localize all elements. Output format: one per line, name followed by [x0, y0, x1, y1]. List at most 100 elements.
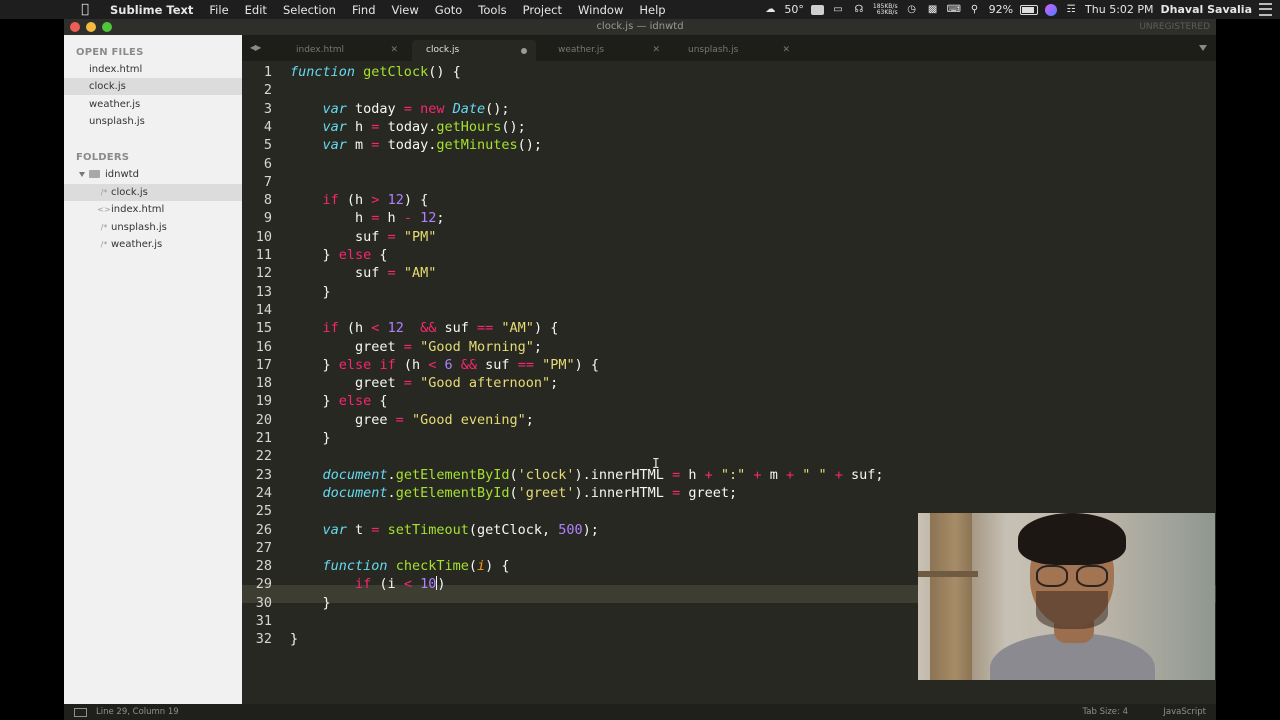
close-window-button[interactable]: [70, 22, 80, 32]
folder-file-item-active[interactable]: /* clock.js: [64, 184, 242, 201]
tab-close-icon[interactable]: ✕: [652, 40, 660, 61]
folders-header: FOLDERS: [76, 152, 130, 163]
line-number: 19: [255, 393, 272, 410]
unregistered-label: UNREGISTERED: [1139, 22, 1210, 32]
line-number: 23: [255, 466, 272, 483]
open-file-item[interactable]: weather.js: [64, 96, 242, 113]
line-number: 16: [255, 338, 272, 355]
macos-menu-bar:  Sublime Text File Edit Selection Find …: [0, 0, 1280, 19]
folder-item[interactable]: idnwtd: [64, 166, 242, 183]
open-file-item[interactable]: index.html: [64, 61, 242, 78]
wifi-icon[interactable]: ☶: [1064, 4, 1078, 16]
line-number: 32: [255, 631, 272, 648]
menu-edit[interactable]: Edit: [237, 3, 275, 17]
menu-window[interactable]: Window: [570, 3, 631, 17]
open-file-label: clock.js: [89, 81, 126, 92]
code-line-current: if (i < 10): [355, 576, 446, 593]
line-number: 31: [255, 613, 272, 629]
folder-icon: [89, 170, 100, 178]
syntax-selector[interactable]: JavaScript: [1163, 704, 1206, 720]
folder-file-item[interactable]: /* unsplash.js: [64, 219, 242, 236]
window-titlebar[interactable]: clock.js — idnwtd UNREGISTERED: [64, 19, 1216, 35]
clock-icon[interactable]: ◷: [905, 4, 919, 16]
webcam-background-shelf: [918, 571, 978, 577]
menu-find[interactable]: Find: [344, 3, 384, 17]
menu-extra-icon[interactable]: [810, 4, 824, 15]
tab-close-icon[interactable]: ✕: [782, 40, 790, 61]
menu-bar-clock[interactable]: Thu 5:02 PM: [1085, 3, 1153, 16]
tab-index-html[interactable]: index.html ✕: [282, 40, 406, 61]
line-number: 20: [255, 411, 272, 428]
zoom-window-button[interactable]: [102, 22, 112, 32]
open-file-item-active[interactable]: clock.js: [64, 78, 242, 95]
line-number: 21: [255, 430, 272, 446]
weather-temperature[interactable]: 50°: [784, 3, 804, 16]
line-number: 6: [263, 155, 272, 172]
line-number: 14: [255, 301, 272, 318]
line-number: 3: [263, 100, 272, 117]
menu-goto[interactable]: Goto: [427, 3, 471, 17]
line-number: 12: [255, 265, 272, 282]
html-file-icon: <>: [97, 205, 111, 214]
headphones-icon[interactable]: ☊: [852, 4, 866, 16]
tab-size-selector[interactable]: Tab Size: 4: [1082, 704, 1128, 720]
line-number: 9: [263, 210, 272, 227]
menu-help[interactable]: Help: [631, 3, 673, 17]
code-line: h = h - 12;: [290, 210, 445, 227]
menu-selection[interactable]: Selection: [275, 3, 344, 17]
spotlight-search-icon[interactable]: ⚲: [968, 4, 982, 16]
line-number: 30: [255, 594, 272, 611]
line-number: 11: [255, 247, 272, 263]
keyboard-icon[interactable]: ⌨: [947, 4, 961, 16]
folder-file-item[interactable]: /* weather.js: [64, 236, 242, 253]
toggle-panel-icon[interactable]: [74, 708, 87, 717]
line-number: 2: [263, 82, 272, 99]
siri-icon[interactable]: [1045, 3, 1058, 16]
tab-close-icon[interactable]: ✕: [390, 40, 398, 61]
open-file-label: weather.js: [89, 99, 141, 110]
menu-app-name[interactable]: Sublime Text: [102, 3, 201, 17]
folder-file-label: clock.js: [111, 187, 148, 198]
notification-center-icon[interactable]: [1259, 3, 1272, 16]
minimize-window-button[interactable]: [86, 22, 96, 32]
tab-clock-js[interactable]: clock.js: [412, 40, 536, 61]
tab-list-dropdown-icon[interactable]: [1199, 45, 1207, 51]
window-title: clock.js — idnwtd: [596, 21, 684, 32]
folder-file-item[interactable]: <>index.html: [64, 201, 242, 218]
cloud-status-icon[interactable]: ☁: [763, 4, 777, 16]
menu-project[interactable]: Project: [515, 3, 570, 17]
network-speed[interactable]: 185KB/s 63KB/s: [873, 3, 898, 16]
webcam-overlay: [918, 513, 1215, 680]
code-line: greet = "Good afternoon";: [290, 375, 559, 392]
line-number: 29: [255, 576, 272, 593]
battery-icon[interactable]: [1020, 4, 1039, 15]
webcam-person-beard: [1036, 591, 1108, 629]
code-line: if (h > 12) {: [322, 192, 429, 209]
apple-logo-icon[interactable]: : [78, 2, 92, 17]
airplay-icon[interactable]: ▭: [831, 4, 845, 16]
menu-tools[interactable]: Tools: [470, 3, 514, 17]
webcam-person-glasses: [1076, 565, 1108, 587]
menu-view[interactable]: View: [384, 3, 427, 17]
menu-file[interactable]: File: [201, 3, 236, 17]
disclosure-triangle-icon[interactable]: [79, 172, 85, 177]
tab-weather-js[interactable]: weather.js ✕: [544, 40, 668, 61]
tab-unsplash-js[interactable]: unsplash.js ✕: [674, 40, 798, 61]
line-number: 24: [255, 484, 272, 501]
window-controls: [70, 22, 112, 32]
current-user[interactable]: Dhaval Savalia: [1161, 3, 1252, 16]
tab-bar: ◀▶ index.html ✕ clock.js weather.js ✕ un…: [242, 35, 1216, 61]
unsaved-dot-icon[interactable]: [521, 48, 527, 54]
cursor-position[interactable]: Line 29, Column 19: [96, 704, 179, 720]
code-line: }: [290, 594, 331, 611]
code-line: function getClock() {: [290, 64, 461, 80]
open-files-header: OPEN FILES: [76, 47, 144, 58]
display-icon[interactable]: ▩: [926, 4, 940, 16]
js-file-icon: /*: [100, 223, 108, 232]
code-line: } else {: [290, 247, 388, 263]
tab-nav-arrows-icon[interactable]: ◀▶: [250, 43, 261, 52]
open-file-item[interactable]: unsplash.js: [64, 113, 242, 130]
battery-percentage[interactable]: 92%: [989, 3, 1013, 16]
code-line: var today = new Date();: [322, 100, 510, 117]
menu-bar-status-area: ☁ 50° ▭ ☊ 185KB/s 63KB/s ◷ ▩ ⌨ ⚲ 92% ☶ T…: [763, 3, 1280, 16]
